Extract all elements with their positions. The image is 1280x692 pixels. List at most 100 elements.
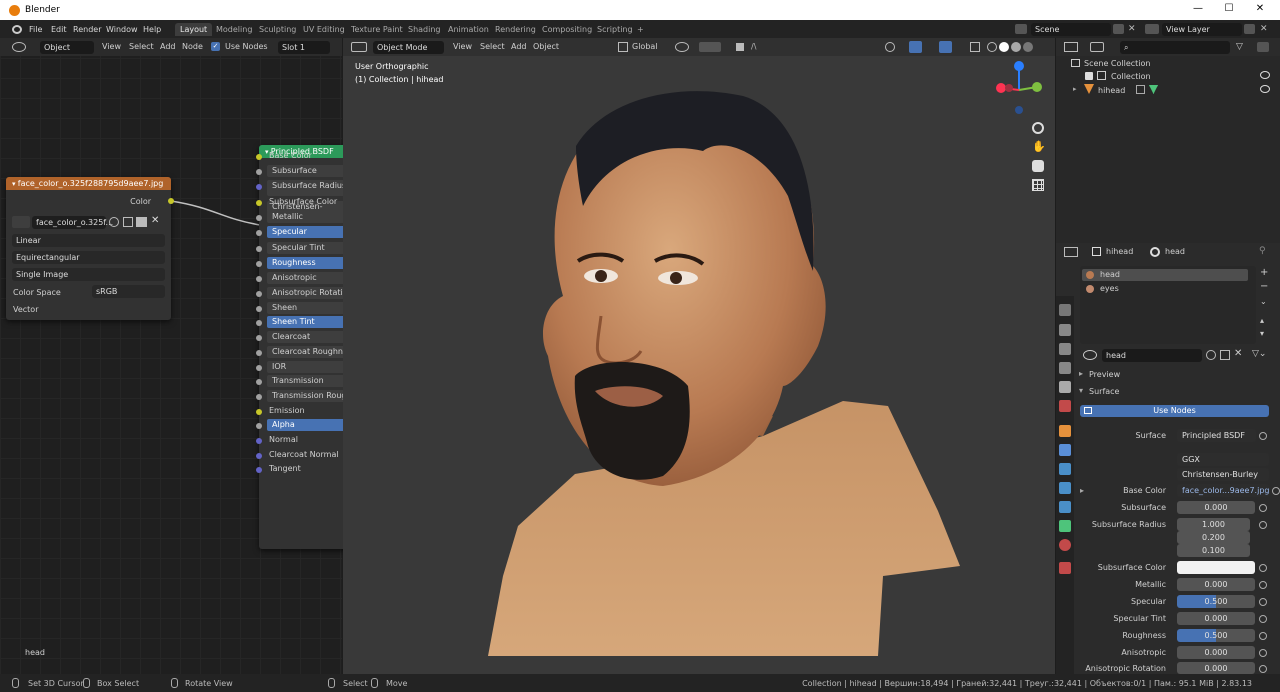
bsdf-input-socket[interactable] bbox=[256, 184, 262, 190]
outliner-search-input[interactable]: ⌕ bbox=[1120, 41, 1230, 54]
bsdf-input-specular-tint[interactable]: Specular Tint bbox=[267, 242, 349, 254]
bsdf-input-clearcoat-roughness[interactable]: Clearcoat Roughness bbox=[267, 346, 349, 358]
bsdf-input-socket[interactable] bbox=[256, 320, 262, 326]
rendered-shading-icon[interactable] bbox=[1023, 42, 1033, 52]
fake-user-shield-icon[interactable] bbox=[109, 217, 119, 227]
viewport-menu-object[interactable]: Object bbox=[533, 42, 559, 51]
tab-layout[interactable]: Layout bbox=[175, 23, 213, 36]
solid-shading-icon[interactable] bbox=[999, 42, 1009, 52]
specular-link-icon[interactable] bbox=[1259, 598, 1267, 606]
tab-scripting[interactable]: Scripting bbox=[592, 23, 638, 36]
color-space-dropdown[interactable]: sRGB bbox=[92, 285, 165, 298]
viewport-menu-add[interactable]: Add bbox=[511, 42, 527, 51]
bsdf-input-socket[interactable] bbox=[256, 438, 262, 444]
subsurface-method-dropdown[interactable]: Christensen-Burley bbox=[1177, 468, 1269, 481]
subsurface-radius-y-field[interactable]: 0.200 bbox=[1177, 531, 1250, 544]
tab-shading[interactable]: Shading bbox=[403, 23, 446, 36]
material-fake-user-icon[interactable] bbox=[1206, 350, 1216, 360]
display-mode-icon[interactable] bbox=[1090, 42, 1104, 52]
bsdf-input-socket[interactable] bbox=[256, 409, 262, 415]
bsdf-input-sheen-tint[interactable]: Sheen Tint bbox=[267, 316, 349, 328]
tab-sculpting[interactable]: Sculpting bbox=[254, 23, 301, 36]
blender-menu-icon[interactable] bbox=[12, 25, 22, 34]
new-scene-icon[interactable] bbox=[1113, 24, 1124, 34]
menu-edit[interactable]: Edit bbox=[51, 25, 67, 34]
bsdf-input-socket[interactable] bbox=[256, 200, 262, 206]
camera-view-icon[interactable] bbox=[1032, 160, 1044, 172]
object-visibility-eye-icon[interactable] bbox=[1260, 85, 1270, 93]
proportional-edit-icon[interactable] bbox=[736, 43, 744, 51]
interpolation-dropdown[interactable]: Linear bbox=[12, 234, 165, 247]
bsdf-input-anisotropic-rotation[interactable]: Anisotropic Rotation bbox=[267, 287, 349, 299]
material-tab-icon[interactable] bbox=[1059, 539, 1071, 551]
bsdf-input-socket[interactable] bbox=[256, 453, 262, 459]
orientation-icon[interactable] bbox=[618, 42, 628, 52]
scene-selector[interactable]: Scene bbox=[1031, 23, 1111, 36]
bsdf-input-socket[interactable] bbox=[256, 467, 262, 473]
specular-field[interactable]: 0.500 bbox=[1177, 595, 1255, 608]
snap-toggle-icon[interactable] bbox=[699, 42, 721, 52]
image-browse-icon[interactable] bbox=[12, 216, 30, 228]
roughness-field[interactable]: 0.500 bbox=[1177, 629, 1255, 642]
tab-texture-paint[interactable]: Texture Paint bbox=[346, 23, 408, 36]
toggle-perspective-grid-icon[interactable] bbox=[1032, 179, 1044, 191]
bsdf-input-socket[interactable] bbox=[256, 291, 262, 297]
viewport-editor-type-icon[interactable] bbox=[351, 42, 367, 52]
3d-viewport[interactable]: Object Mode View Select Add Object Globa… bbox=[343, 38, 1055, 674]
bsdf-input-roughness[interactable]: Roughness bbox=[267, 257, 349, 269]
image-texture-node[interactable]: ▾ face_color_o.325f288795d9aee7.jpg Colo… bbox=[6, 177, 174, 320]
gizmo-toggle-icon[interactable] bbox=[909, 41, 922, 53]
bsdf-input-socket[interactable] bbox=[256, 230, 262, 236]
image-name-field[interactable]: face_color_o.325f... bbox=[32, 216, 113, 229]
bsdf-input-transmission[interactable]: Transmission bbox=[267, 375, 349, 387]
subsurface-radius-z-field[interactable]: 0.100 bbox=[1177, 544, 1250, 557]
surface-shader-field[interactable]: Principled BSDF bbox=[1177, 429, 1256, 442]
specular-tint-link-icon[interactable] bbox=[1259, 615, 1267, 623]
output-tab-icon[interactable] bbox=[1059, 343, 1071, 355]
material-name-field[interactable]: head bbox=[1102, 349, 1202, 362]
tool-tab-icon[interactable] bbox=[1059, 304, 1071, 316]
material-link-dropdown-icon[interactable]: ▽⌄ bbox=[1252, 349, 1268, 360]
bsdf-input-socket[interactable] bbox=[256, 306, 262, 312]
properties-editor-type-icon[interactable] bbox=[1064, 247, 1078, 257]
scene-icon[interactable] bbox=[1015, 24, 1027, 34]
subsurface-field[interactable]: 0.000 bbox=[1177, 501, 1255, 514]
scene-tab-icon[interactable] bbox=[1059, 381, 1071, 393]
subsurface-link-icon[interactable] bbox=[1259, 504, 1267, 512]
bsdf-input-alpha[interactable]: Alpha bbox=[267, 419, 349, 431]
subsurface-color-swatch[interactable] bbox=[1177, 561, 1255, 574]
world-tab-icon[interactable] bbox=[1059, 400, 1071, 412]
pin-icon[interactable]: ⚲ bbox=[1259, 246, 1269, 256]
anisotropic-rotation-field[interactable]: 0.000 bbox=[1177, 662, 1255, 674]
object-mode-dropdown[interactable]: Object Mode bbox=[373, 41, 444, 54]
filter-icon[interactable]: ▽ bbox=[1236, 42, 1248, 52]
open-image-folder-icon[interactable] bbox=[136, 217, 147, 227]
anisotropic-field[interactable]: 0.000 bbox=[1177, 646, 1255, 659]
subsurface-radius-link-icon[interactable] bbox=[1259, 521, 1267, 529]
pivot-point-icon[interactable] bbox=[675, 42, 689, 52]
base-color-link-icon[interactable] bbox=[1272, 487, 1280, 495]
outliner-collection[interactable]: Collection bbox=[1111, 72, 1151, 81]
bsdf-input-clearcoat[interactable]: Clearcoat bbox=[267, 331, 349, 343]
pan-view-hand-icon[interactable]: ✋ bbox=[1032, 140, 1046, 153]
collection-exclude-checkbox[interactable] bbox=[1085, 72, 1093, 80]
viewport-menu-view[interactable]: View bbox=[453, 42, 472, 51]
anisotropic-link-icon[interactable] bbox=[1259, 649, 1267, 657]
move-slot-up-icon[interactable]: ▴ bbox=[1260, 316, 1270, 326]
shader-node-editor[interactable]: Object View Select Add Node ✓ Use Nodes … bbox=[0, 38, 349, 674]
roughness-link-icon[interactable] bbox=[1259, 632, 1267, 640]
menu-help[interactable]: Help bbox=[143, 25, 161, 34]
subsurface-color-link-icon[interactable] bbox=[1259, 564, 1267, 572]
falloff-icon[interactable]: /\ bbox=[751, 42, 765, 52]
base-color-image-field[interactable]: face_color...9aee7.jpg bbox=[1177, 484, 1269, 497]
particles-tab-icon[interactable] bbox=[1059, 463, 1071, 475]
principled-bsdf-node[interactable]: ▾ Principled BSDF GGX Christensen-Burley… bbox=[256, 145, 349, 549]
outliner-scene-collection[interactable]: Scene Collection bbox=[1084, 59, 1151, 68]
bsdf-input-socket[interactable] bbox=[256, 335, 262, 341]
collection-visibility-eye-icon[interactable] bbox=[1260, 71, 1270, 79]
bsdf-input-socket[interactable] bbox=[256, 394, 262, 400]
bsdf-input-ior[interactable]: IOR bbox=[267, 361, 349, 373]
tab-modeling[interactable]: Modeling bbox=[211, 23, 257, 36]
bsdf-input-socket[interactable] bbox=[256, 154, 262, 160]
bsdf-input-transmission-roughness[interactable]: Transmission Roughness bbox=[267, 390, 349, 402]
